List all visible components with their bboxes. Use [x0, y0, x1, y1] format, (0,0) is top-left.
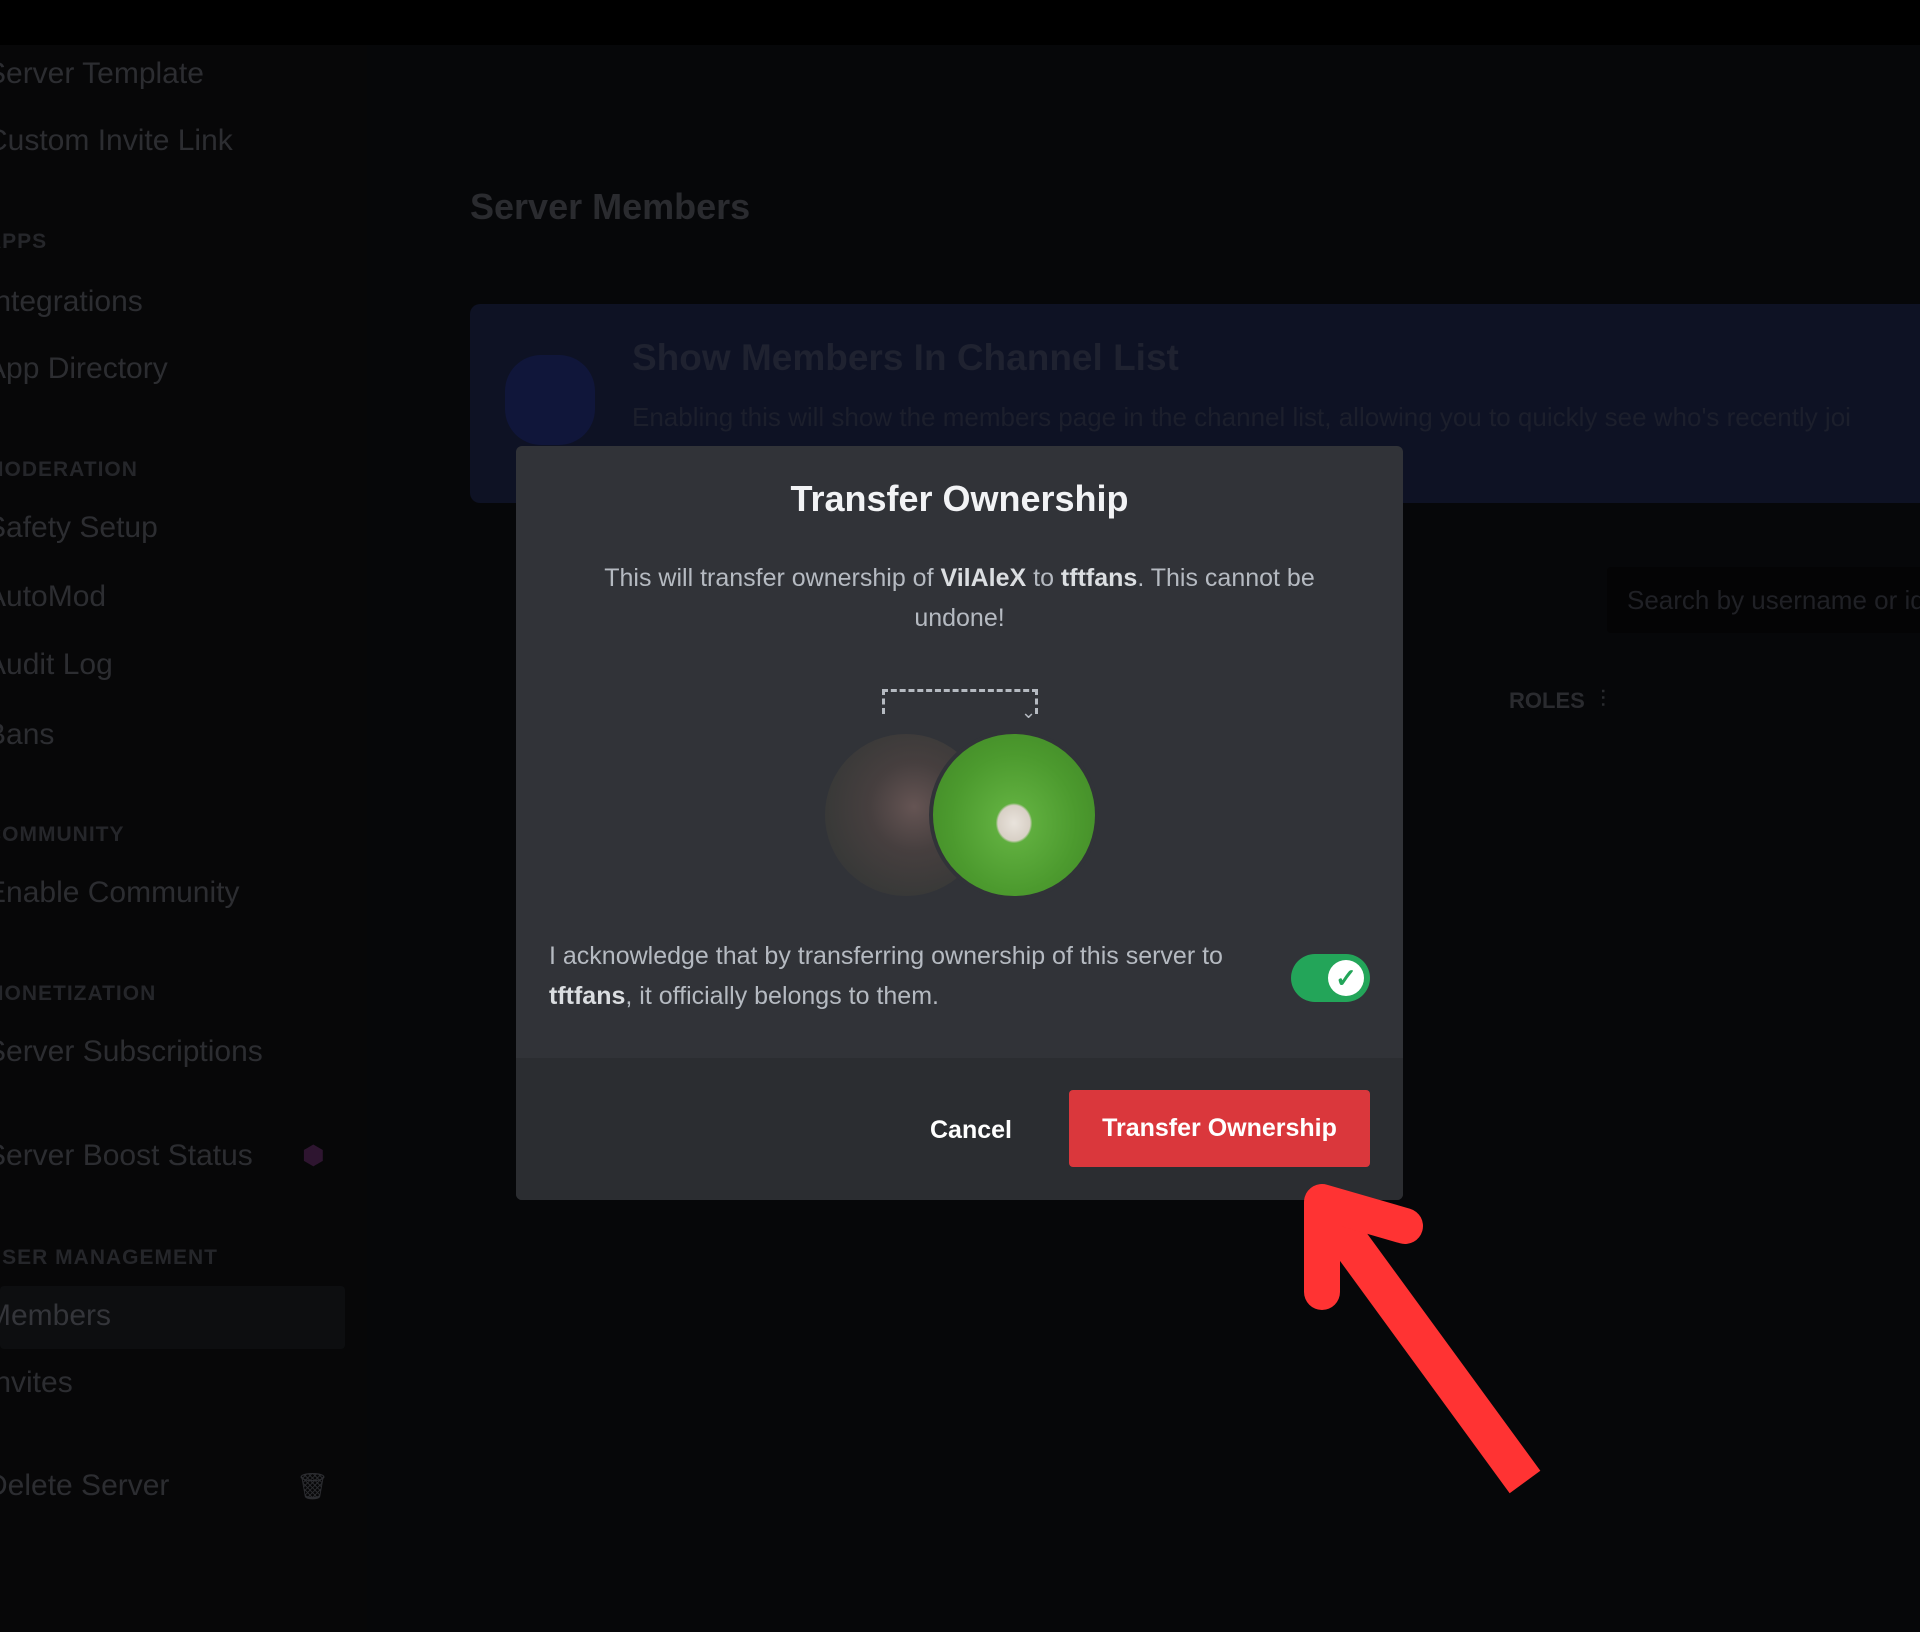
annotation-arrow-icon	[1304, 1184, 1541, 1494]
arrow-shaft	[1314, 1203, 1541, 1494]
